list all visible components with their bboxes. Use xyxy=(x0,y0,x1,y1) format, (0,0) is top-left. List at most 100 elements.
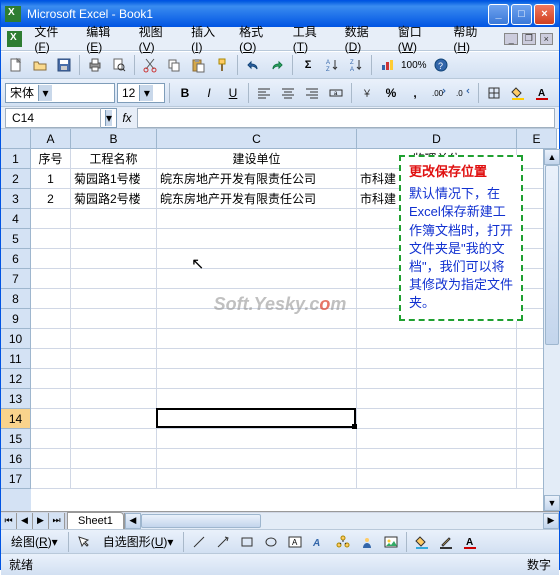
cell[interactable]: 序号 xyxy=(31,149,71,169)
menu-edit[interactable]: 编辑(E) xyxy=(80,21,130,56)
cell[interactable] xyxy=(357,389,517,409)
cell[interactable] xyxy=(31,329,71,349)
column-header[interactable]: A xyxy=(31,129,71,148)
cell[interactable] xyxy=(71,269,157,289)
cell[interactable] xyxy=(71,449,157,469)
cell[interactable] xyxy=(71,389,157,409)
insert-diagram-button[interactable] xyxy=(332,531,354,553)
cell[interactable] xyxy=(31,289,71,309)
cell[interactable] xyxy=(31,409,71,429)
cell[interactable] xyxy=(71,409,157,429)
mdi-close-button[interactable]: × xyxy=(540,33,554,45)
line-color-button[interactable] xyxy=(435,531,457,553)
cell[interactable] xyxy=(357,369,517,389)
italic-button[interactable]: I xyxy=(198,82,220,104)
menu-window[interactable]: 窗口(W) xyxy=(392,21,446,56)
scroll-right-button[interactable]: ▶ xyxy=(543,513,559,529)
cell[interactable]: 皖东房地产开发有限责任公司 xyxy=(157,169,357,189)
row-header[interactable]: 4 xyxy=(1,209,31,229)
format-painter-button[interactable] xyxy=(211,54,233,76)
increase-decimal-button[interactable]: .00 xyxy=(428,82,450,104)
row-header[interactable]: 15 xyxy=(1,429,31,449)
cell[interactable] xyxy=(157,469,357,489)
autoshapes-menu[interactable]: 自选图形(U)▾ xyxy=(97,531,180,552)
scroll-thumb[interactable] xyxy=(545,165,559,345)
cell[interactable] xyxy=(357,409,517,429)
fill-color-button[interactable] xyxy=(507,82,529,104)
cell[interactable] xyxy=(31,209,71,229)
drawing-menu[interactable]: 绘图(R)▾ xyxy=(5,531,64,552)
open-button[interactable] xyxy=(29,54,51,76)
row-header[interactable]: 13 xyxy=(1,389,31,409)
cell[interactable] xyxy=(31,469,71,489)
cell[interactable] xyxy=(31,269,71,289)
align-right-button[interactable] xyxy=(301,82,323,104)
copy-button[interactable] xyxy=(163,54,185,76)
cell[interactable]: 菊园路1号楼 xyxy=(71,169,157,189)
column-header[interactable]: C xyxy=(157,129,357,148)
zoom-100-button[interactable]: 100% xyxy=(400,54,428,76)
cell[interactable] xyxy=(157,329,357,349)
insert-picture-button[interactable] xyxy=(380,531,402,553)
cell[interactable] xyxy=(357,429,517,449)
undo-button[interactable] xyxy=(242,54,264,76)
fill-color-button-2[interactable] xyxy=(411,531,433,553)
cell[interactable]: 皖东房地产开发有限责任公司 xyxy=(157,189,357,209)
cell[interactable] xyxy=(31,369,71,389)
cell[interactable] xyxy=(157,409,357,429)
row-header[interactable]: 12 xyxy=(1,369,31,389)
cell[interactable] xyxy=(31,449,71,469)
column-header[interactable]: D xyxy=(357,129,517,148)
cell[interactable] xyxy=(157,269,357,289)
cell[interactable]: 2 xyxy=(31,189,71,209)
save-button[interactable] xyxy=(53,54,75,76)
tab-first-button[interactable]: ⏮ xyxy=(1,513,17,529)
cell[interactable] xyxy=(71,229,157,249)
menu-file[interactable]: 文件(F) xyxy=(28,21,78,56)
cell[interactable] xyxy=(71,309,157,329)
cell[interactable]: 1 xyxy=(31,169,71,189)
cell[interactable] xyxy=(71,469,157,489)
cell[interactable] xyxy=(157,369,357,389)
row-header[interactable]: 5 xyxy=(1,229,31,249)
underline-button[interactable]: U xyxy=(222,82,244,104)
align-center-button[interactable] xyxy=(277,82,299,104)
select-all-corner[interactable] xyxy=(1,129,31,149)
scroll-down-button[interactable]: ▼ xyxy=(544,495,560,511)
bold-button[interactable]: B xyxy=(174,82,196,104)
cell[interactable] xyxy=(157,389,357,409)
rectangle-button[interactable] xyxy=(236,531,258,553)
help-button[interactable]: ? xyxy=(430,54,452,76)
mdi-minimize-button[interactable]: _ xyxy=(504,33,518,45)
formula-bar[interactable] xyxy=(137,108,555,128)
cell[interactable] xyxy=(71,249,157,269)
font-color-button-2[interactable]: A xyxy=(459,531,481,553)
redo-button[interactable] xyxy=(266,54,288,76)
row-header[interactable]: 7 xyxy=(1,269,31,289)
line-button[interactable] xyxy=(188,531,210,553)
column-header[interactable]: E xyxy=(517,129,557,148)
menu-help[interactable]: 帮助(H) xyxy=(447,21,498,56)
row-header[interactable]: 17 xyxy=(1,469,31,489)
cell[interactable] xyxy=(71,369,157,389)
workbook-icon[interactable] xyxy=(7,31,22,47)
cell[interactable] xyxy=(71,209,157,229)
print-button[interactable] xyxy=(84,54,106,76)
autosum-button[interactable]: Σ xyxy=(297,54,319,76)
cell[interactable] xyxy=(157,429,357,449)
cell[interactable] xyxy=(31,349,71,369)
cell[interactable] xyxy=(357,349,517,369)
select-objects-button[interactable] xyxy=(73,531,95,553)
close-button[interactable]: × xyxy=(534,4,555,25)
cell[interactable] xyxy=(71,329,157,349)
menu-tools[interactable]: 工具(T) xyxy=(287,21,337,56)
comma-button[interactable]: , xyxy=(404,82,426,104)
cell[interactable] xyxy=(71,429,157,449)
row-header[interactable]: 16 xyxy=(1,449,31,469)
scroll-up-button[interactable]: ▲ xyxy=(544,149,560,165)
cell[interactable] xyxy=(357,469,517,489)
scroll-thumb[interactable] xyxy=(141,514,261,528)
insert-wordart-button[interactable]: A xyxy=(308,531,330,553)
row-header[interactable]: 3 xyxy=(1,189,31,209)
cell[interactable] xyxy=(357,449,517,469)
